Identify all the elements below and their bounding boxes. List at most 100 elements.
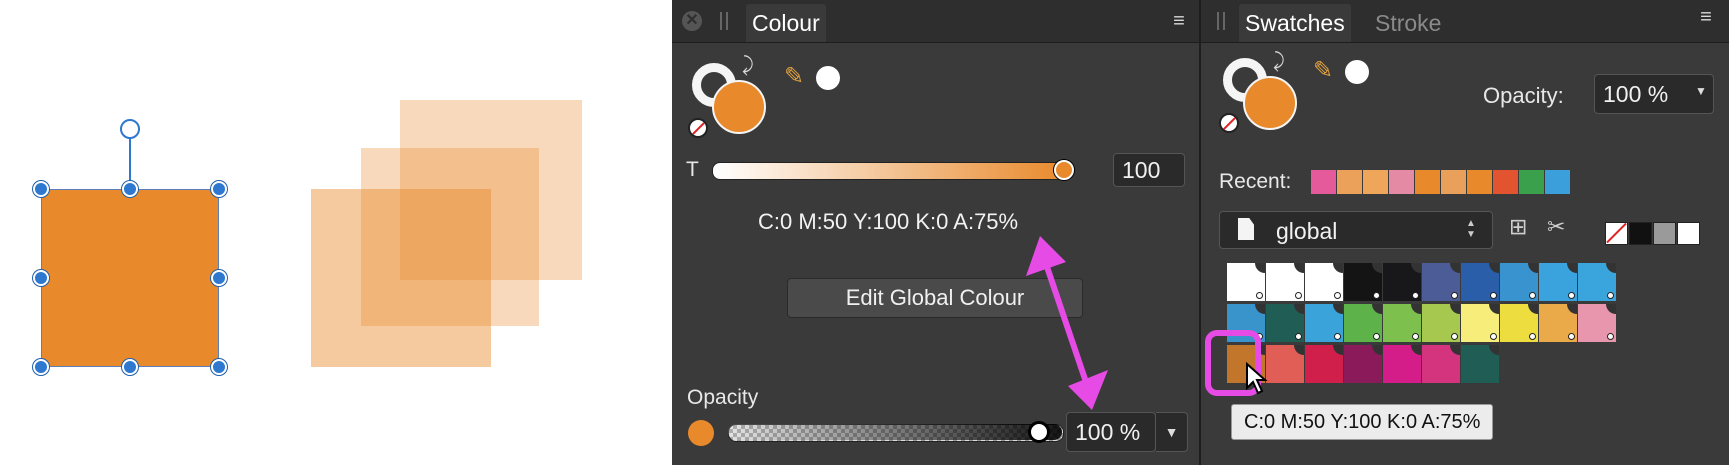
swatches-panel-tabbar: Swatches Stroke ≡ <box>1201 0 1729 43</box>
handle-bottom-right[interactable] <box>211 359 227 375</box>
recent-colour-swatch[interactable] <box>1493 170 1519 194</box>
swap-icon[interactable]: ⤸ <box>1273 50 1285 73</box>
global-marker-icon <box>1489 304 1499 314</box>
tint-slider-thumb[interactable] <box>1054 160 1074 180</box>
tint-value-field[interactable]: 100 <box>1113 153 1185 187</box>
global-colour-swatch[interactable] <box>1383 304 1422 343</box>
recent-colour-swatch[interactable] <box>1389 170 1415 194</box>
picked-colour-well[interactable] <box>1345 60 1369 84</box>
global-colour-swatch[interactable] <box>1305 345 1344 384</box>
global-marker-icon <box>1372 304 1382 314</box>
selected-square[interactable] <box>41 189 219 367</box>
global-colour-swatch[interactable] <box>1422 263 1461 302</box>
spot-dot-icon <box>1607 292 1614 299</box>
global-colour-swatch[interactable] <box>1461 304 1500 343</box>
global-colour-swatch[interactable] <box>1422 304 1461 343</box>
recent-colour-swatch[interactable] <box>1519 170 1545 194</box>
recent-colour-swatch[interactable] <box>1363 170 1389 194</box>
global-marker-icon <box>1294 345 1304 355</box>
recent-colour-swatch[interactable] <box>1311 170 1337 194</box>
global-colour-swatch[interactable] <box>1266 345 1305 384</box>
handle-top-middle[interactable] <box>122 181 138 197</box>
global-marker-icon <box>1606 263 1616 273</box>
panel-menu-icon[interactable]: ≡ <box>1693 6 1719 28</box>
panel-grip-icon[interactable] <box>1217 12 1225 30</box>
recent-colour-swatch[interactable] <box>1467 170 1493 194</box>
eyedropper-icon[interactable]: ✎ <box>784 62 804 91</box>
tab-colour[interactable]: Colour <box>746 4 826 42</box>
handle-top-right[interactable] <box>211 181 227 197</box>
global-marker-icon <box>1450 304 1460 314</box>
global-colour-swatch[interactable] <box>1383 345 1422 384</box>
global-colour-swatch[interactable] <box>1461 263 1500 302</box>
recent-colour-swatch[interactable] <box>1415 170 1441 194</box>
no-fill-icon[interactable] <box>1219 113 1239 133</box>
global-colour-swatch[interactable] <box>1305 304 1344 343</box>
global-colour-swatch[interactable] <box>1266 263 1305 302</box>
global-marker-icon <box>1567 304 1577 314</box>
global-colour-swatch[interactable] <box>1539 263 1578 302</box>
tab-stroke[interactable]: Stroke <box>1369 4 1447 42</box>
global-marker-icon <box>1294 304 1304 314</box>
tint-slider[interactable] <box>712 162 1068 180</box>
swap-icon[interactable]: ⤸ <box>742 54 754 77</box>
opacity-value-field[interactable]: 100 % <box>1066 412 1156 452</box>
global-marker-icon <box>1489 345 1499 355</box>
swatch-opacity-dropdown-icon[interactable]: ▼ <box>1695 84 1707 98</box>
global-colour-swatch[interactable] <box>1500 304 1539 343</box>
global-colour-swatch[interactable] <box>1422 345 1461 384</box>
document-canvas[interactable] <box>0 0 672 465</box>
global-marker-icon <box>1567 263 1577 273</box>
handle-middle-right[interactable] <box>211 270 227 286</box>
panel-grip-icon[interactable] <box>720 12 728 30</box>
global-colour-swatch[interactable] <box>1578 263 1617 302</box>
global-colour-swatch[interactable] <box>1539 304 1578 343</box>
global-marker-icon <box>1255 304 1265 314</box>
global-colour-swatch[interactable] <box>1266 304 1305 343</box>
opacity-dropdown-button[interactable]: ▼ <box>1156 412 1188 452</box>
global-colour-swatch[interactable] <box>1344 345 1383 384</box>
no-fill-icon[interactable] <box>688 118 708 138</box>
spot-dot-icon <box>1607 333 1614 340</box>
recent-colour-swatch[interactable] <box>1441 170 1467 194</box>
picked-colour-well[interactable] <box>816 66 840 90</box>
translucent-square-front[interactable] <box>311 189 491 367</box>
document-icon <box>1238 218 1254 240</box>
fill-well[interactable] <box>1243 76 1297 130</box>
recent-colour-swatch[interactable] <box>1545 170 1571 194</box>
handle-middle-left[interactable] <box>33 270 49 286</box>
global-marker-icon <box>1450 263 1460 273</box>
handle-bottom-middle[interactable] <box>122 359 138 375</box>
opacity-slider-thumb[interactable] <box>1028 421 1050 443</box>
global-colour-swatch[interactable] <box>1344 304 1383 343</box>
handle-bottom-left[interactable] <box>33 359 49 375</box>
colour-panel-tabbar: ✕ Colour ≡ <box>672 0 1199 43</box>
recent-colour-swatch[interactable] <box>1337 170 1363 194</box>
add-swatch-icon[interactable]: ⊞ <box>1509 214 1527 240</box>
rotation-handle[interactable] <box>120 119 140 139</box>
scissors-icon[interactable]: ✂ <box>1547 214 1565 240</box>
basic-colour-swatch[interactable] <box>1677 222 1700 245</box>
eyedropper-icon[interactable]: ✎ <box>1313 56 1333 85</box>
global-colour-swatch[interactable] <box>1578 304 1617 343</box>
global-colour-swatch[interactable] <box>1344 263 1383 302</box>
panel-menu-icon[interactable]: ≡ <box>1166 10 1192 32</box>
handle-top-left[interactable] <box>33 181 49 197</box>
basic-colour-swatch[interactable] <box>1653 222 1676 245</box>
spot-dot-icon <box>1373 333 1380 340</box>
palette-select[interactable]: global ▲ ▼ <box>1219 211 1493 249</box>
global-marker-icon <box>1528 263 1538 273</box>
close-icon[interactable]: ✕ <box>682 11 702 31</box>
global-colour-swatch[interactable] <box>1383 263 1422 302</box>
global-marker-icon <box>1606 304 1616 314</box>
global-colour-swatch[interactable] <box>1461 345 1500 384</box>
spot-dot-icon <box>1373 292 1380 299</box>
tab-swatches[interactable]: Swatches <box>1239 4 1351 42</box>
no-colour-swatch[interactable] <box>1605 222 1628 245</box>
global-colour-swatch[interactable] <box>1500 263 1539 302</box>
global-colour-swatch[interactable] <box>1305 263 1344 302</box>
global-colour-swatch[interactable] <box>1227 263 1266 302</box>
basic-colour-swatch[interactable] <box>1629 222 1652 245</box>
fill-well[interactable] <box>712 80 766 134</box>
spot-dot-icon <box>1568 333 1575 340</box>
